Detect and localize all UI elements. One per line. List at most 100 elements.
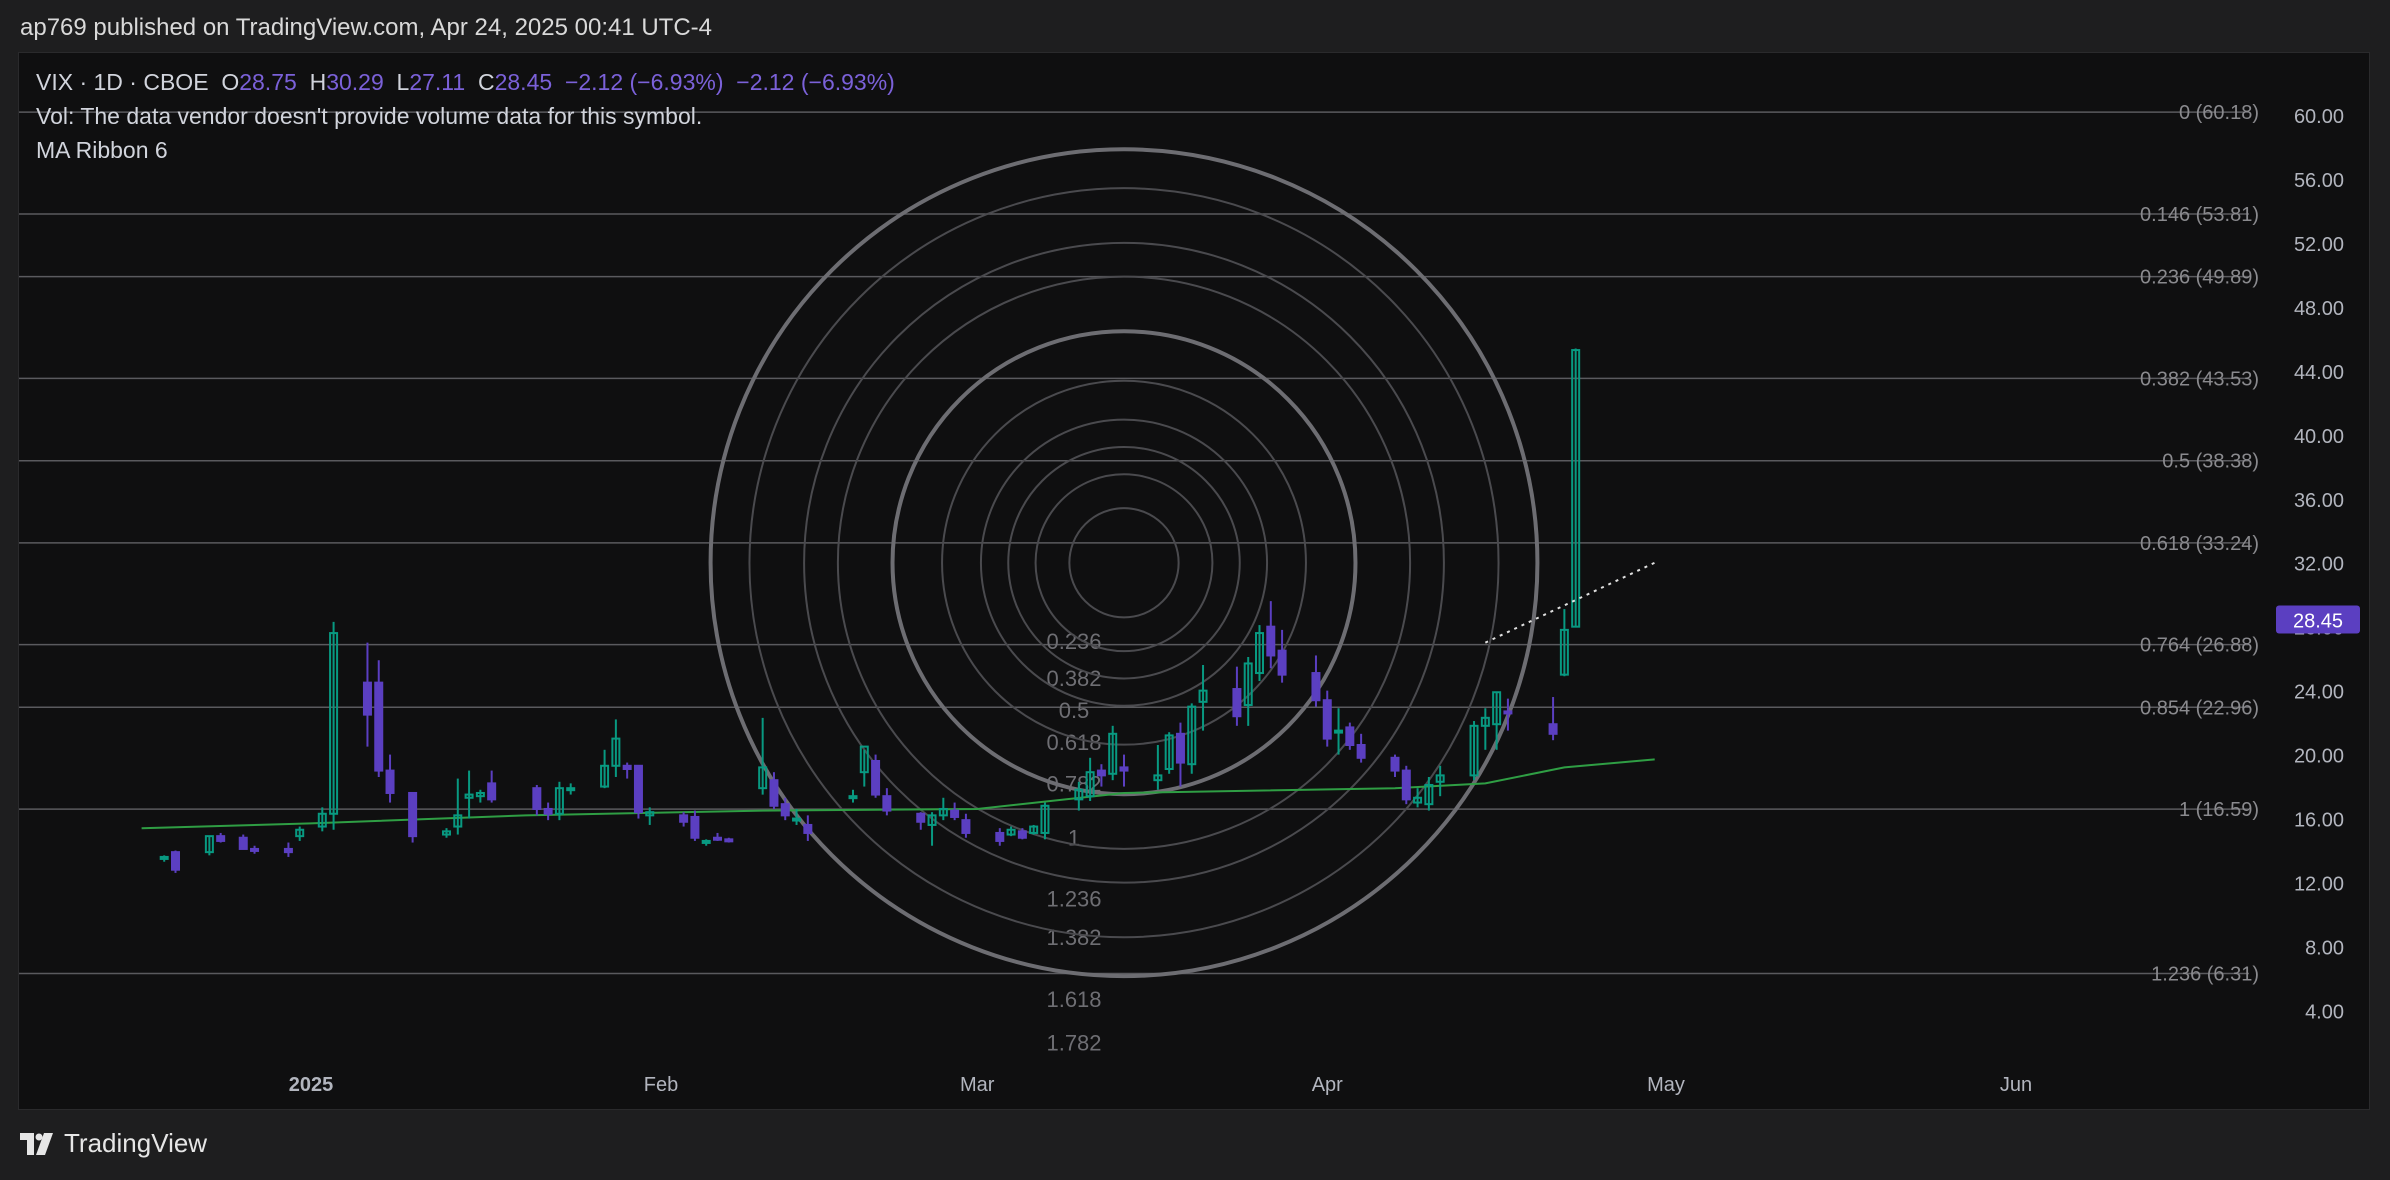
candle-body[interactable]	[1096, 769, 1106, 777]
candle-body[interactable]	[1345, 726, 1355, 747]
close-value: 28.45	[494, 69, 553, 95]
y-axis-tick-label: 56.00	[2294, 170, 2344, 192]
publish-line: ap769 published on TradingView.com, Apr …	[20, 14, 713, 41]
candle-body[interactable]	[216, 835, 226, 842]
candle-body[interactable]	[769, 779, 779, 807]
candle-body[interactable]	[238, 836, 248, 850]
fib-level-label: 0.146 (53.81)	[2140, 204, 2259, 226]
fib-level-label: 0.764 (26.88)	[2140, 635, 2259, 657]
candle-body[interactable]	[362, 681, 372, 716]
candle-body[interactable]	[803, 823, 813, 834]
fib-circle[interactable]	[890, 329, 1358, 797]
price-chart-svg[interactable]: 0 (60.18) 0.146 (53.81) 0.236 (49.89) 0.382…	[19, 53, 2369, 1109]
symbol-info[interactable]: VIX · 1D · CBOE	[36, 69, 209, 95]
candle-body[interactable]	[961, 819, 971, 834]
fib-circle-label: 0.236	[1046, 629, 1101, 654]
candle-body[interactable]	[622, 764, 632, 770]
candle-body[interactable]	[532, 787, 542, 810]
close-label: C	[477, 69, 495, 95]
candle-body[interactable]	[724, 838, 734, 843]
y-axis-tick-label: 44.00	[2294, 362, 2344, 384]
candle-body[interactable]	[1401, 769, 1411, 801]
candle-body[interactable]	[487, 782, 497, 801]
open-label: O	[221, 69, 240, 95]
fib-level-label: 0.5 (38.38)	[2162, 451, 2259, 473]
fib-level-label: 1.236 (6.31)	[2151, 963, 2259, 985]
candle-body[interactable]	[1311, 672, 1321, 702]
y-axis-tick-label: 52.00	[2294, 234, 2344, 256]
candle-body[interactable]	[950, 809, 960, 818]
y-axis-tick-label: 4.00	[2305, 1001, 2344, 1023]
candle-body[interactable]	[690, 815, 700, 839]
x-axis-tick-label: Jun	[2000, 1074, 2032, 1096]
fib-circle[interactable]	[1034, 473, 1214, 653]
fib-circle-label: 1.618	[1046, 987, 1101, 1012]
candle-body[interactable]	[1356, 744, 1366, 759]
candle-body[interactable]	[848, 795, 858, 800]
last-price-label: 28.45	[2293, 610, 2343, 632]
candle-body[interactable]	[1175, 732, 1185, 764]
publish-header: ap769 published on TradingView.com, Apr …	[20, 14, 712, 42]
candle-body[interactable]	[1334, 729, 1344, 734]
candle-body[interactable]	[633, 764, 643, 814]
candle-body[interactable]	[374, 681, 384, 772]
y-axis-tick-label: 20.00	[2294, 746, 2344, 768]
candle-body[interactable]	[543, 807, 553, 815]
candle-body[interactable]	[170, 851, 181, 871]
candle-body[interactable]	[566, 787, 576, 792]
y-axis-tick-label: 48.00	[2294, 298, 2344, 320]
dotted-trendline[interactable]	[1484, 561, 1656, 644]
candle-body[interactable]	[679, 814, 689, 823]
low-value: 27.11	[409, 69, 466, 95]
candle-body[interactable]	[1232, 688, 1242, 718]
fib-level-label: 1 (16.59)	[2179, 799, 2259, 821]
low-label: L	[396, 69, 410, 95]
candle-body[interactable]	[792, 817, 802, 822]
x-axis-tick-label: Mar	[960, 1074, 995, 1096]
candle-body[interactable]	[882, 795, 892, 812]
y-axis-tick-label: 24.00	[2294, 682, 2344, 704]
open-value: 28.75	[239, 69, 297, 95]
fib-circle[interactable]	[1007, 445, 1241, 680]
candle-body[interactable]	[712, 836, 723, 841]
candle-body[interactable]	[1548, 723, 1558, 735]
candle-body[interactable]	[283, 847, 293, 854]
y-axis-tick-label: 36.00	[2294, 490, 2344, 512]
fib-level-label: 0 (60.18)	[2179, 102, 2259, 124]
fib-level-label: 0.382 (43.53)	[2140, 368, 2259, 390]
candle-body[interactable]	[1503, 710, 1513, 715]
candle-body[interactable]	[1266, 625, 1276, 657]
fib-circle[interactable]	[979, 418, 1269, 707]
candle-body[interactable]	[916, 812, 926, 823]
ohlc-legend: VIX · 1D · CBOE O28.75 H30.29 L27.11 C28…	[36, 69, 895, 96]
candle-body[interactable]	[250, 847, 260, 852]
fib-circle-label: 1.236	[1046, 887, 1101, 912]
ma-ribbon-line[interactable]	[141, 758, 1655, 830]
fib-circle[interactable]	[1068, 507, 1180, 619]
fib-circle[interactable]	[708, 147, 1540, 979]
change-value: −2.12 (−6.93%)	[564, 69, 724, 95]
indicator-ma-ribbon[interactable]: MA Ribbon 6	[36, 137, 168, 164]
candle-body[interactable]	[1119, 766, 1129, 772]
tradingview-logo-icon	[20, 1132, 56, 1155]
fib-level-label: 0.854 (22.96)	[2140, 697, 2259, 719]
x-axis-tick-label: Apr	[1312, 1074, 1343, 1096]
fib-circle[interactable]	[748, 187, 1500, 939]
candle-body[interactable]	[780, 803, 790, 817]
candle-body[interactable]	[1277, 649, 1287, 676]
candle-body[interactable]	[871, 759, 881, 796]
candle-body[interactable]	[1017, 830, 1027, 839]
volume-note: Vol: The data vendor doesn't provide vol…	[36, 103, 703, 129]
candle-body[interactable]	[995, 831, 1005, 842]
candle-body[interactable]	[1390, 756, 1400, 772]
y-axis-tick-label: 8.00	[2305, 937, 2344, 959]
x-axis-tick-label: 2025	[289, 1074, 334, 1096]
candle-body[interactable]	[385, 769, 395, 794]
candle-body[interactable]	[1322, 699, 1332, 740]
candle-body[interactable]	[701, 839, 711, 844]
candle-body[interactable]	[408, 791, 418, 838]
fib-circle[interactable]	[803, 241, 1445, 884]
candle-body[interactable]	[159, 855, 169, 860]
chart-pane[interactable]: 0 (60.18) 0.146 (53.81) 0.236 (49.89) 0.382…	[18, 52, 2370, 1110]
fib-level-label: 0.236 (49.89)	[2140, 267, 2259, 289]
